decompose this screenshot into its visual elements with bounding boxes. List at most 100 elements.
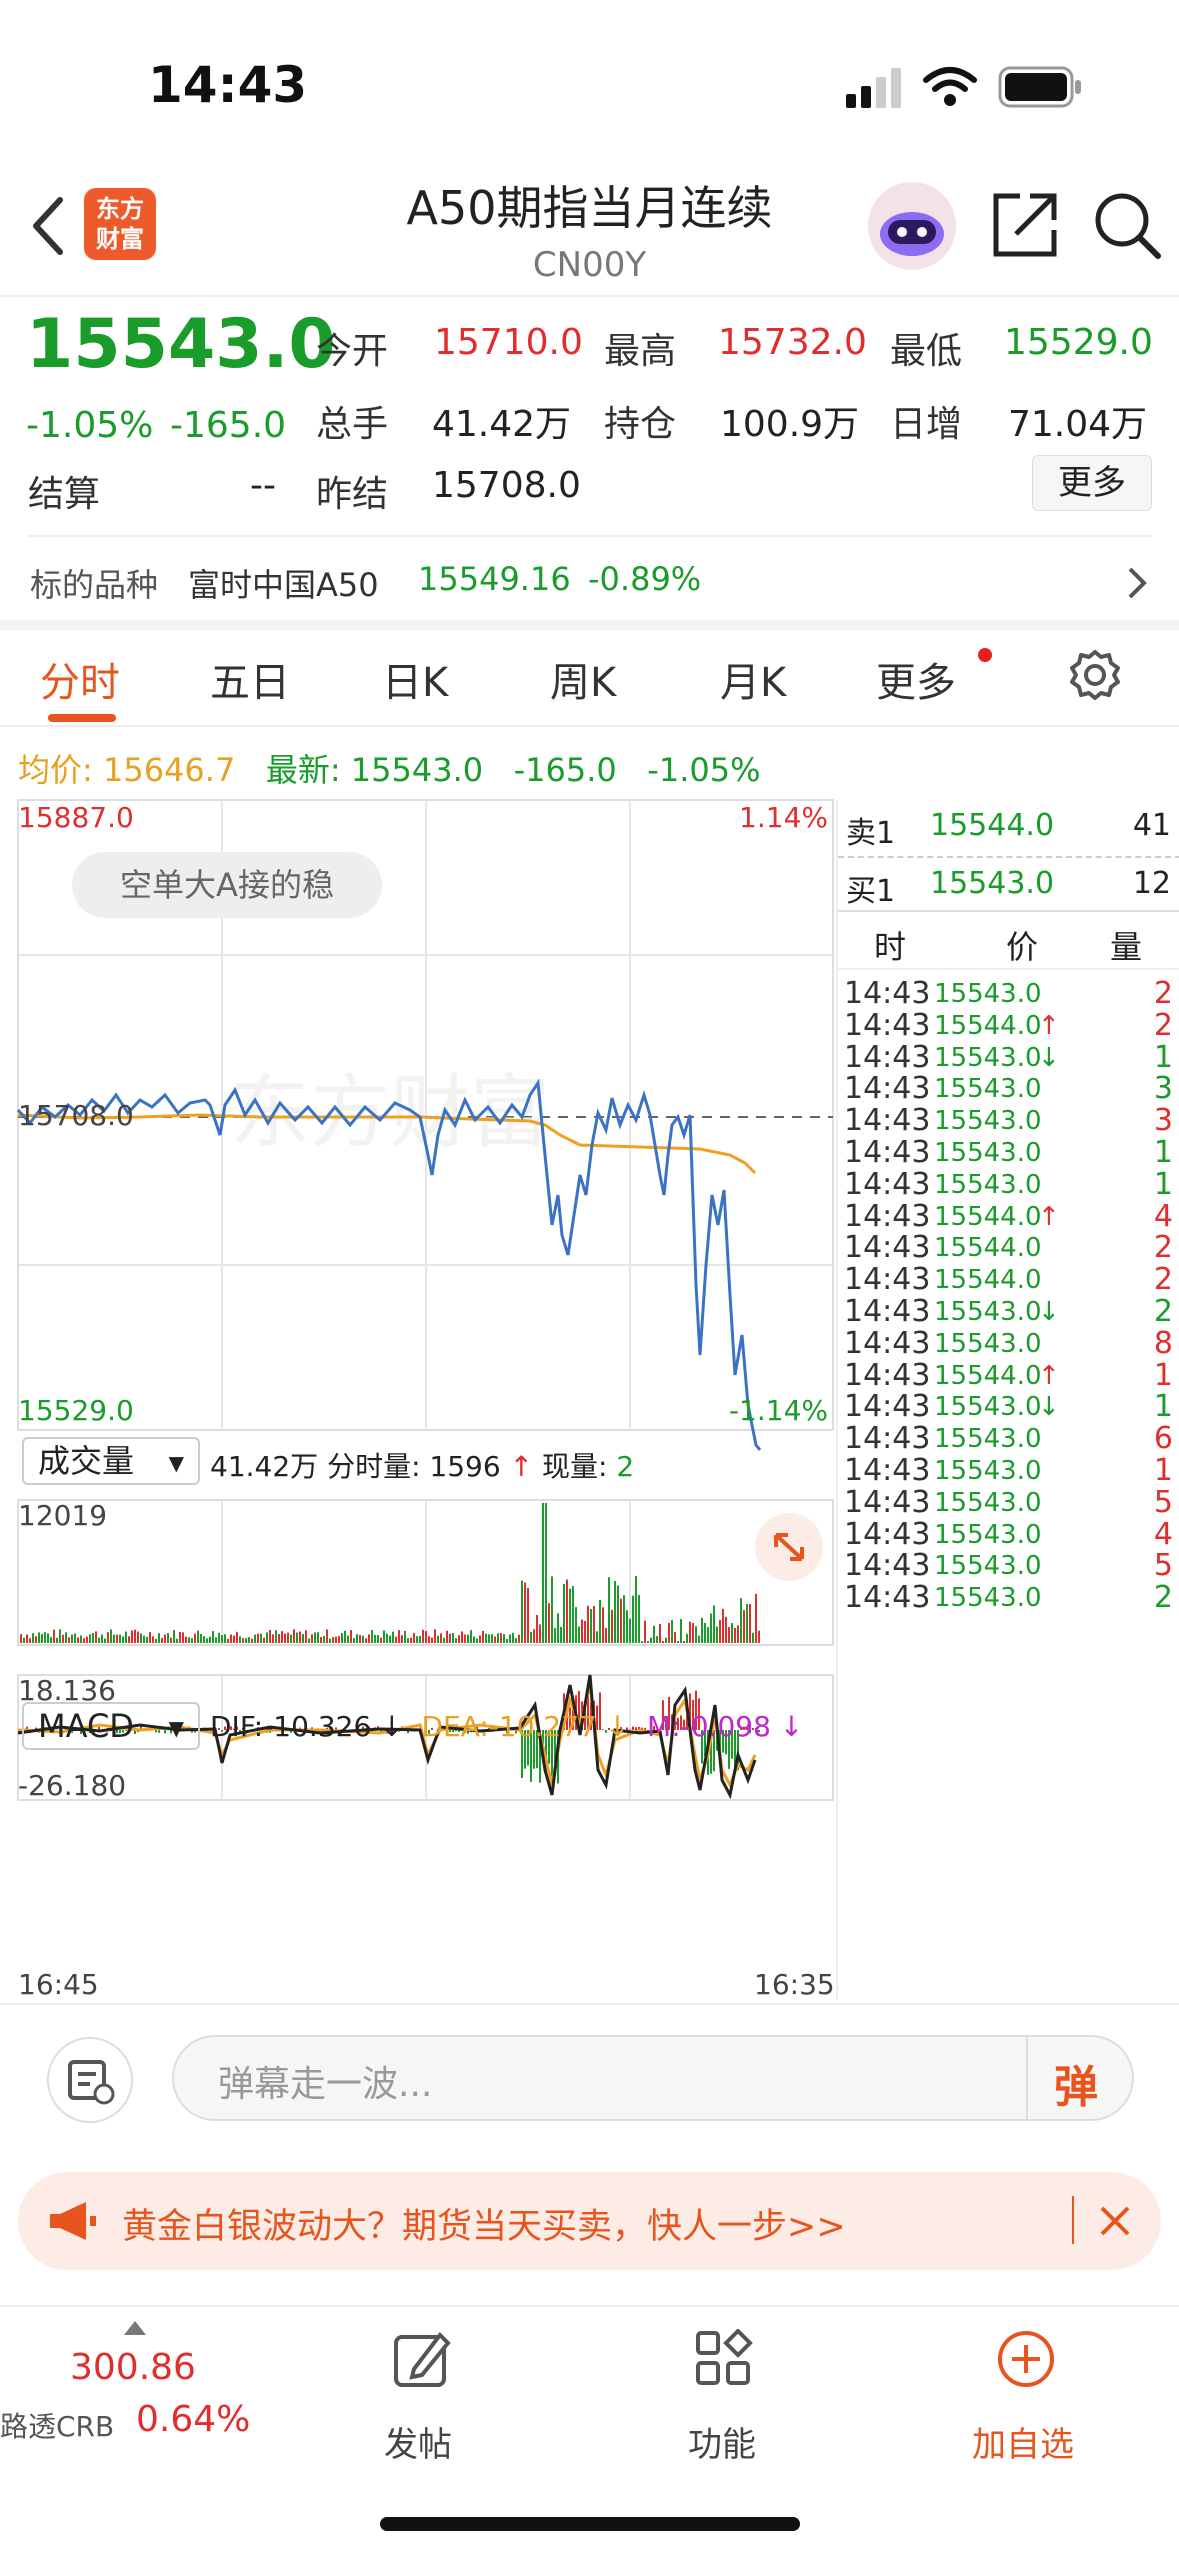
volume-bar (458, 1635, 460, 1643)
volume-bar (536, 1615, 538, 1643)
volume-bar (242, 1638, 244, 1643)
trade-price: 15543.0 (934, 1328, 1042, 1359)
ask1-qty: 41 (1132, 808, 1171, 843)
add-watchlist-icon[interactable] (996, 2329, 1056, 2389)
volume-bar (29, 1638, 31, 1643)
trade-qty: 6 (1153, 1421, 1173, 1457)
volume-bar (473, 1636, 475, 1643)
volume-bar (113, 1634, 115, 1643)
trade-row: 14:43 15543.0 ↓ 1 (838, 1389, 1179, 1424)
robot-assistant-icon[interactable] (866, 180, 958, 272)
trade-row: 14:43 15543.0 3 (838, 1071, 1179, 1106)
danmaku-input[interactable]: 弹幕走一波... 弹 (172, 2035, 1134, 2121)
volume-bar (545, 1503, 547, 1643)
edit-post-icon[interactable] (392, 2329, 452, 2389)
ticker-pct: 0.64% (136, 2399, 251, 2440)
volume-bar (563, 1583, 565, 1643)
macd-selector[interactable]: MACD ▼ (22, 1702, 200, 1750)
search-icon[interactable] (1092, 190, 1162, 260)
volume-bar (365, 1638, 367, 1643)
trade-time: 14:43 (844, 1294, 931, 1329)
trade-direction: ↑ (1038, 1360, 1060, 1391)
macd-info: DIF:-10.326 ↓ DEA:-10.277 ↓ M:-0.098 ↓ (210, 1710, 803, 1743)
tab-add-watchlist[interactable]: 加自选 (972, 2417, 1074, 2466)
features-grid-icon[interactable] (694, 2329, 754, 2389)
volume-bar (128, 1636, 130, 1643)
volume-bar (524, 1582, 526, 1643)
latest-label: 最新: (265, 751, 341, 789)
tick-label: 分时量: (327, 1450, 421, 1483)
trade-row: 14:43 15543.0 1 (838, 1135, 1179, 1170)
divider (0, 295, 1179, 297)
volume-bar (134, 1629, 136, 1643)
tab-daily-k[interactable]: 日K (382, 650, 448, 708)
tab-weekly-k[interactable]: 周K (550, 650, 616, 708)
volume-bar (758, 1630, 760, 1643)
volume-bar (92, 1632, 94, 1643)
volume-bar (299, 1631, 301, 1643)
tab-post[interactable]: 发帖 (384, 2417, 452, 2466)
volume-bar (629, 1618, 631, 1643)
volume-selector[interactable]: 成交量 ▼ (22, 1437, 200, 1485)
notes-icon[interactable] (46, 2036, 134, 2124)
volume-bar (197, 1630, 199, 1643)
volume-bar (542, 1503, 544, 1643)
promo-banner[interactable]: 黄金白银波动大？期货当天买卖，快人一步>> (18, 2172, 1161, 2270)
volume-bar (647, 1641, 649, 1643)
trade-qty: 4 (1153, 1516, 1173, 1552)
danmaku-send-button[interactable]: 弹 (1054, 2051, 1098, 2115)
volume-bar (122, 1636, 124, 1643)
trade-price: 15543.0 (934, 979, 1042, 1009)
volume-total: 41.42万 (210, 1450, 319, 1483)
tab-five-day[interactable]: 五日 (210, 650, 290, 708)
volume-bar (176, 1638, 178, 1643)
volume-bar (686, 1633, 688, 1643)
ticker-value[interactable]: 300.86 (70, 2347, 196, 2388)
share-icon[interactable] (990, 190, 1060, 260)
volume-bar (488, 1634, 490, 1643)
change-value: -165.0 (170, 405, 287, 446)
volume-bar (191, 1638, 193, 1643)
volume-bar (278, 1634, 280, 1643)
divider (28, 535, 1152, 537)
volume-bar (314, 1632, 316, 1643)
megaphone-icon (50, 2202, 96, 2240)
volume-bar (551, 1576, 553, 1643)
volume-bar (185, 1636, 187, 1643)
tick-value: 1596 (429, 1450, 501, 1483)
volume-bar (149, 1632, 151, 1643)
volume-bar (578, 1626, 580, 1643)
volume-bar (224, 1634, 226, 1643)
divider (0, 725, 1179, 727)
intraday-chart[interactable]: 东方财富 15887.0 15708.0 15529.0 1.14% -1.14… (0, 795, 840, 2005)
comment-bubble[interactable]: 空单大A接的稳 (72, 852, 382, 918)
more-quote-button[interactable]: 更多 (1032, 455, 1152, 511)
volume-bar (731, 1623, 733, 1643)
trade-qty: 3 (1153, 1103, 1173, 1139)
volume-bar (692, 1622, 694, 1643)
volume-bar (677, 1641, 679, 1643)
volume-bar (146, 1636, 148, 1643)
volume-bar (326, 1629, 328, 1643)
volume-bar (380, 1637, 382, 1643)
underlying-row[interactable]: 标的品种 富时中国A50 15549.16 -0.89% (0, 545, 1179, 615)
trade-row: 14:43 15544.0 2 (838, 1230, 1179, 1265)
volume-bar (404, 1630, 406, 1643)
high-label: 最高 (604, 331, 677, 372)
active-tab-indicator (48, 714, 116, 722)
settings-gear-icon[interactable] (1068, 648, 1122, 702)
tab-intraday[interactable]: 分时 (40, 650, 120, 708)
trade-time: 14:43 (844, 1548, 931, 1584)
volume-bar (482, 1630, 484, 1643)
volume-bar (173, 1630, 175, 1643)
volume-label: 总手 (316, 404, 389, 445)
underlying-name: 富时中国A50 (188, 566, 379, 604)
tab-more[interactable]: 更多 (876, 650, 956, 708)
close-icon[interactable] (1098, 2204, 1132, 2238)
volume-bar (419, 1635, 421, 1643)
trade-row: 14:43 15544.0 ↑ 2 (838, 1008, 1179, 1043)
open-value: 15710.0 (434, 322, 583, 363)
tab-features[interactable]: 功能 (688, 2417, 756, 2466)
tab-monthly-k[interactable]: 月K (720, 650, 786, 708)
trades-header-time: 时 (874, 928, 907, 966)
